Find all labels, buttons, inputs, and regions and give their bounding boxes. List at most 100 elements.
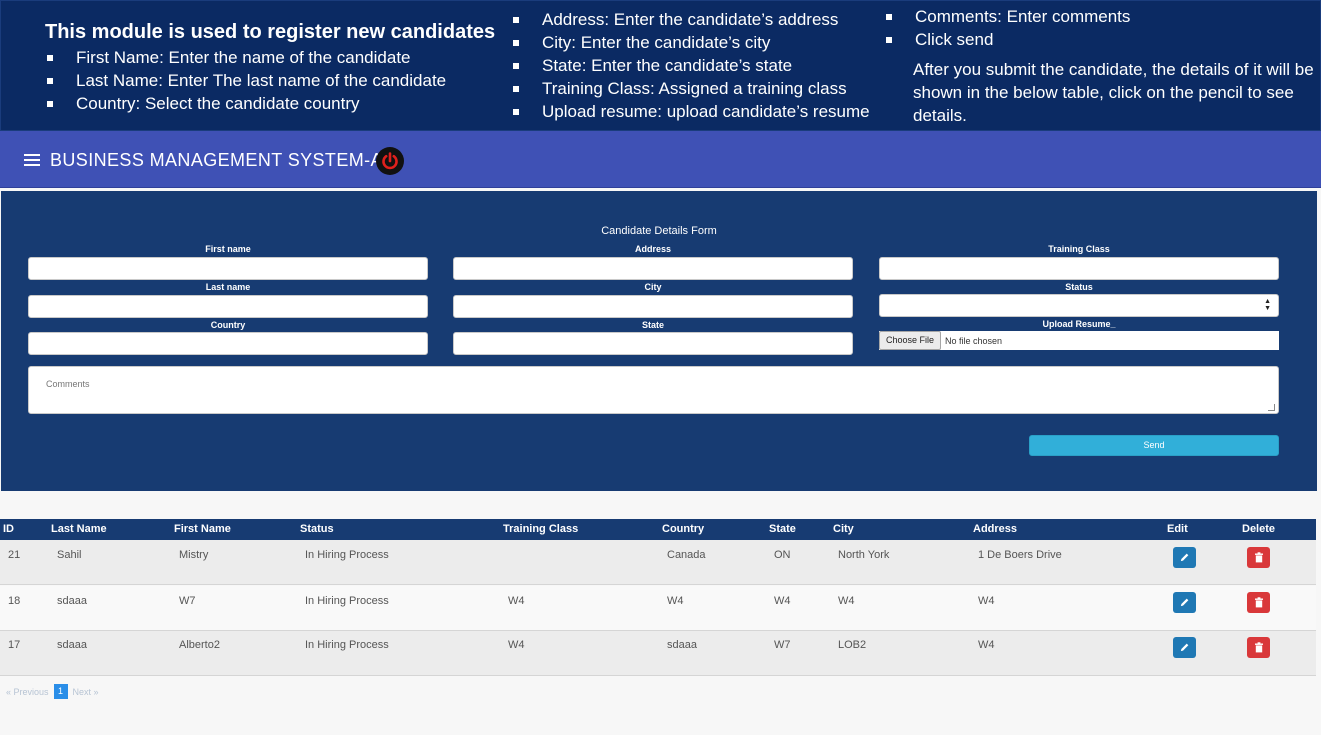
- choose-file-button[interactable]: Choose File: [879, 331, 942, 350]
- banner-bullet: Last Name: Enter The last name of the ca…: [45, 69, 446, 92]
- address-input[interactable]: [453, 257, 853, 280]
- banner-list-fields-1: First Name: Enter the name of the candid…: [45, 46, 446, 115]
- training-class-label: Training Class: [1048, 244, 1110, 254]
- cell-first-name: W7: [179, 595, 196, 607]
- page-1-button[interactable]: 1: [53, 684, 68, 699]
- file-status-text: No file chosen: [945, 335, 1003, 346]
- country-label: Country: [210, 320, 246, 330]
- country-input[interactable]: [28, 332, 428, 355]
- banner-list-fields-3: Comments: Enter comments Click send: [884, 5, 1130, 51]
- col-header-country[interactable]: Country: [662, 523, 704, 535]
- cell-last-name: sdaaa: [57, 639, 87, 651]
- last-name-input[interactable]: [28, 295, 428, 318]
- banner-bullet: City: Enter the candidate’s city: [511, 31, 870, 54]
- cell-last-name: Sahil: [57, 549, 82, 561]
- app-root: This module is used to register new cand…: [0, 0, 1321, 735]
- first-name-label: First name: [205, 244, 251, 254]
- state-input[interactable]: [453, 332, 853, 355]
- status-select[interactable]: ▲ ▼: [879, 294, 1279, 317]
- cell-city: LOB2: [838, 639, 867, 651]
- cell-last-name: sdaaa: [57, 595, 87, 607]
- cell-country: W4: [667, 595, 684, 607]
- power-icon[interactable]: [376, 147, 404, 175]
- city-label: City: [644, 282, 662, 292]
- pencil-icon: [1180, 643, 1189, 652]
- app-title: BUSINESS MANAGEMENT SYSTEM-AI: [50, 150, 389, 170]
- upload-resume-label: Upload Resume_: [1042, 319, 1116, 329]
- banner-bullet: State: Enter the candidate’s state: [511, 54, 870, 77]
- table-row: 21 Sahil Mistry In Hiring Process Canada…: [0, 540, 1316, 585]
- app-header: BUSINESS MANAGEMENT SYSTEM-AI: [0, 131, 1321, 188]
- cell-status: In Hiring Process: [305, 639, 389, 651]
- delete-button[interactable]: [1247, 592, 1270, 613]
- last-name-label: Last name: [205, 282, 251, 292]
- pencil-icon: [1180, 598, 1189, 607]
- previous-page-link[interactable]: « Previous: [6, 687, 49, 697]
- instruction-banner: This module is used to register new cand…: [0, 0, 1321, 131]
- pencil-icon: [1180, 553, 1189, 562]
- banner-bullet: Click send: [884, 28, 1130, 51]
- cell-state: W4: [774, 595, 791, 607]
- send-button[interactable]: Send: [1029, 435, 1279, 456]
- col-header-address[interactable]: Address: [973, 523, 1017, 535]
- cell-first-name: Alberto2: [179, 639, 220, 651]
- trash-icon: [1254, 552, 1263, 563]
- cell-first-name: Mistry: [179, 549, 209, 561]
- banner-note: After you submit the candidate, the deta…: [913, 60, 1314, 125]
- banner-bullet: Training Class: Assigned a training clas…: [511, 77, 870, 100]
- next-page-link[interactable]: Next »: [73, 687, 99, 697]
- table-row: 18 sdaaa W7 In Hiring Process W4 W4 W4 W…: [0, 586, 1316, 631]
- banner-bullet: Country: Select the candidate country: [45, 92, 446, 115]
- col-header-delete: Delete: [1242, 523, 1276, 535]
- col-header-state[interactable]: State: [769, 523, 796, 535]
- table-row: 17 sdaaa Alberto2 In Hiring Process W4 s…: [0, 631, 1316, 676]
- resize-handle-icon[interactable]: [1268, 404, 1275, 411]
- banner-bullet: Upload resume: upload candidate’s resume: [511, 100, 870, 123]
- resume-file-input: Choose File No file chosen: [879, 331, 1279, 350]
- col-header-city[interactable]: City: [833, 523, 854, 535]
- pagination: « Previous 1 Next »: [6, 684, 99, 699]
- form-title: Candidate Details Form: [601, 225, 717, 237]
- banner-bullet: Comments: Enter comments: [884, 5, 1130, 28]
- hamburger-menu-icon[interactable]: [24, 154, 40, 166]
- cell-state: ON: [774, 549, 791, 561]
- cell-address: 1 De Boers Drive: [978, 549, 1062, 561]
- delete-button[interactable]: [1247, 547, 1270, 568]
- status-label: Status: [1065, 282, 1093, 292]
- trash-icon: [1254, 597, 1263, 608]
- cell-status: In Hiring Process: [305, 595, 389, 607]
- cell-country: sdaaa: [667, 639, 697, 651]
- candidate-form-panel: Candidate Details Form First name Last n…: [1, 191, 1317, 491]
- col-header-training-class[interactable]: Training Class: [503, 523, 578, 535]
- cell-city: North York: [838, 549, 890, 561]
- comments-textarea[interactable]: Comments: [28, 366, 1279, 414]
- select-arrows-icon: ▲ ▼: [1264, 298, 1271, 312]
- banner-bullet: Address: Enter the candidate’s address: [511, 8, 870, 31]
- cell-address: W4: [978, 595, 995, 607]
- cell-address: W4: [978, 639, 995, 651]
- cell-id: 21: [8, 549, 21, 561]
- cell-city: W4: [838, 595, 855, 607]
- edit-button[interactable]: [1173, 637, 1196, 658]
- col-header-status[interactable]: Status: [300, 523, 334, 535]
- cell-state: W7: [774, 639, 791, 651]
- col-header-id[interactable]: ID: [3, 523, 14, 535]
- training-class-input[interactable]: [879, 257, 1279, 280]
- banner-bullet: First Name: Enter the name of the candid…: [45, 46, 446, 69]
- state-label: State: [641, 320, 664, 330]
- delete-button[interactable]: [1247, 637, 1270, 658]
- cell-id: 17: [8, 639, 21, 651]
- city-input[interactable]: [453, 295, 853, 318]
- cell-country: Canada: [667, 549, 706, 561]
- edit-button[interactable]: [1173, 547, 1196, 568]
- cell-training-class: W4: [508, 595, 525, 607]
- col-header-last-name[interactable]: Last Name: [51, 523, 107, 535]
- cell-status: In Hiring Process: [305, 549, 389, 561]
- col-header-first-name[interactable]: First Name: [174, 523, 231, 535]
- banner-heading: This module is used to register new cand…: [45, 21, 496, 43]
- address-label: Address: [634, 244, 671, 254]
- edit-button[interactable]: [1173, 592, 1196, 613]
- comments-placeholder: Comments: [46, 379, 90, 389]
- first-name-input[interactable]: [28, 257, 428, 280]
- cell-id: 18: [8, 595, 21, 607]
